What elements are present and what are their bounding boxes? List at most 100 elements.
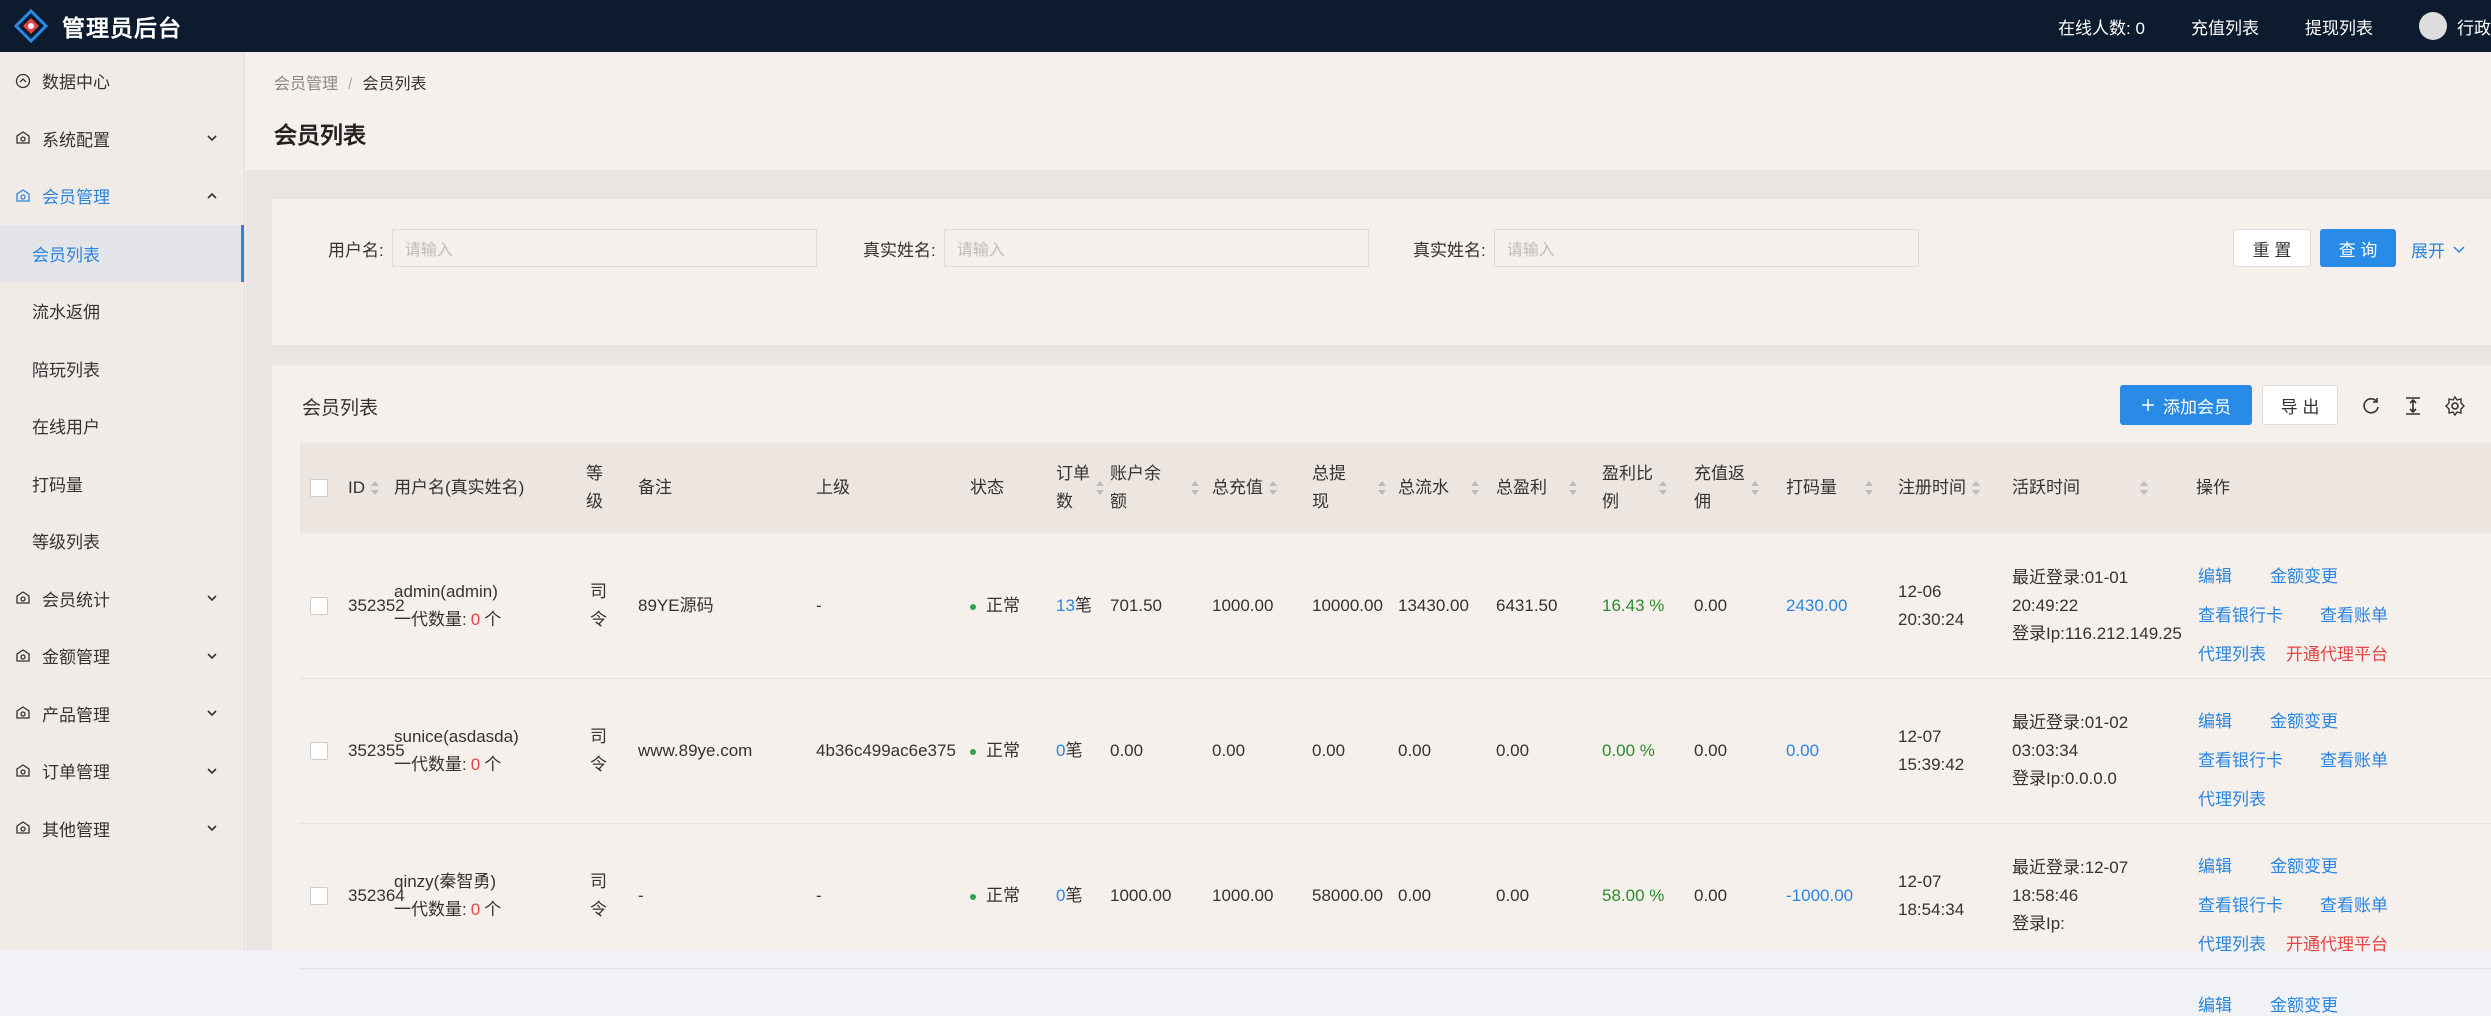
sidebar-subitem-companion-list[interactable]: 陪玩列表 xyxy=(0,340,244,398)
realname-input[interactable]: 请输入 xyxy=(943,229,1369,267)
breadcrumb: 会员管理 / 会员列表 xyxy=(274,76,427,93)
cell-username: qinzy(秦智勇) 一代数量: 0 个 xyxy=(394,872,502,919)
col-withdraw[interactable]: 总提现 xyxy=(1312,443,1386,533)
sidebar-item-dashboard[interactable]: 数据中心 xyxy=(0,52,244,110)
cell-username: sunice(asdasda) 一代数量: 0 个 xyxy=(394,727,519,774)
view-bill-link[interactable]: 查看账单 xyxy=(2320,746,2388,771)
row-checkbox[interactable] xyxy=(310,742,328,760)
cell-level: 司令 xyxy=(590,727,607,774)
cell-orders: 13笔 xyxy=(1056,596,1092,615)
agent-list-link[interactable]: 代理列表 xyxy=(2198,640,2266,665)
sidebar-item-label: 金额管理 xyxy=(42,648,110,668)
query-button[interactable]: 查 询 xyxy=(2320,229,2396,267)
withdraw-list-link[interactable]: 提现列表 xyxy=(2305,14,2373,39)
select-all-checkbox[interactable] xyxy=(310,443,328,533)
refresh-icon[interactable] xyxy=(2360,395,2382,417)
amount-change-link[interactable]: 金额变更 xyxy=(2270,562,2338,587)
sidebar-item-other-management[interactable]: 其他管理 xyxy=(0,800,244,858)
col-bet[interactable]: 打码量 xyxy=(1786,443,1873,533)
sidebar-subitem-level-list[interactable]: 等级列表 xyxy=(0,512,244,570)
cell-bet[interactable]: 2430.00 xyxy=(1786,592,1847,620)
gear-icon[interactable] xyxy=(2444,395,2466,417)
cell-recharge: 1000.00 xyxy=(1212,596,1274,615)
cell-orders: 0笔 xyxy=(1056,886,1083,905)
edit-link[interactable]: 编辑 xyxy=(2198,852,2232,877)
view-bank-card-link[interactable]: 查看银行卡 xyxy=(2198,891,2283,916)
sub-count[interactable]: 0 xyxy=(471,610,480,629)
open-agent-platform-link[interactable]: 开通代理平台 xyxy=(2286,640,2388,665)
col-recharge[interactable]: 总充值 xyxy=(1212,443,1277,533)
view-bank-card-link[interactable]: 查看银行卡 xyxy=(2198,601,2283,626)
sub-count[interactable]: 0 xyxy=(471,900,480,919)
sidebar-item-label: 产品管理 xyxy=(42,705,110,725)
export-button[interactable]: 导 出 xyxy=(2262,385,2338,425)
cell-register-time: 12-07 15:39:42 xyxy=(1898,727,1965,774)
col-profit[interactable]: 总盈利 xyxy=(1496,443,1577,533)
table-title: 会员列表 xyxy=(302,398,379,419)
settings-icon xyxy=(14,129,32,147)
open-agent-platform-link[interactable]: 开通代理平台 xyxy=(2286,930,2388,955)
column-height-icon[interactable] xyxy=(2402,395,2424,417)
sidebar: 数据中心 系统配置 会员管理 会员列表 流水返佣 陪玩列表 在线用户 打码量 等… xyxy=(0,52,245,950)
sidebar-item-member-stats[interactable]: 会员统计 xyxy=(0,570,244,628)
money-icon xyxy=(14,647,32,665)
sidebar-item-order-management[interactable]: 订单管理 xyxy=(0,742,244,800)
col-flow[interactable]: 总流水 xyxy=(1398,443,1479,533)
cell-bet[interactable]: 0.00 xyxy=(1786,737,1819,765)
username-input[interactable]: 请输入 xyxy=(391,229,817,267)
sidebar-subitem-online-users[interactable]: 在线用户 xyxy=(0,397,244,455)
col-balance[interactable]: 账户余额 xyxy=(1110,443,1199,533)
col-active-time[interactable]: 活跃时间 xyxy=(2012,443,2148,533)
sidebar-item-label: 会员统计 xyxy=(42,590,110,610)
cell-withdraw: 0.00 xyxy=(1312,741,1346,760)
sidebar-item-product-management[interactable]: 产品管理 xyxy=(0,685,244,743)
col-ratio[interactable]: 盈利比例 xyxy=(1602,443,1667,533)
sidebar-item-money-management[interactable]: 金额管理 xyxy=(0,627,244,685)
row-checkbox[interactable] xyxy=(310,887,328,905)
view-bank-card-link[interactable]: 查看银行卡 xyxy=(2198,746,2283,771)
avatar[interactable] xyxy=(2419,12,2447,40)
col-id[interactable]: ID xyxy=(348,443,379,533)
order-icon xyxy=(14,762,32,780)
amount-change-link[interactable]: 金额变更 xyxy=(2270,707,2338,732)
users-icon xyxy=(14,187,32,205)
edit-link[interactable]: 编辑 xyxy=(2198,562,2232,587)
table-row: 352355 sunice(asdasda) 一代数量: 0 个 司令 www.89… xyxy=(300,679,2491,824)
col-register-time[interactable]: 注册时间 xyxy=(1898,443,1980,533)
orders-link[interactable]: 13 xyxy=(1056,596,1075,615)
add-member-button[interactable]: 添加会员 xyxy=(2120,385,2252,425)
sidebar-item-system-config[interactable]: 系统配置 xyxy=(0,110,244,168)
stats-icon xyxy=(14,589,32,607)
user-name[interactable]: 行政 xyxy=(2457,14,2491,39)
table-header: ID 用户名(真实姓名) 等级 备注 上级 状态 订单数 账户余额 总充值 总提… xyxy=(300,443,2491,533)
sidebar-subitem-member-list[interactable]: 会员列表 xyxy=(0,224,244,282)
cell-rebate: 0.00 xyxy=(1694,886,1728,905)
cell-level: 司令 xyxy=(590,582,607,629)
view-bill-link[interactable]: 查看账单 xyxy=(2320,891,2388,916)
expand-link[interactable]: 展开 xyxy=(2411,237,2467,262)
cell-ratio: 58.00 % xyxy=(1602,886,1665,905)
col-rebate[interactable]: 充值返佣 xyxy=(1694,443,1759,533)
realname-input-2[interactable]: 请输入 xyxy=(1493,229,1919,267)
sidebar-item-member-management[interactable]: 会员管理 xyxy=(0,167,244,225)
sidebar-subitem-bet-volume[interactable]: 打码量 xyxy=(0,455,244,513)
cell-bet[interactable]: -1000.00 xyxy=(1786,882,1853,910)
recharge-list-link[interactable]: 充值列表 xyxy=(2191,14,2259,39)
sidebar-subitem-flow-rebate[interactable]: 流水返佣 xyxy=(0,282,244,340)
reset-button[interactable]: 重 置 xyxy=(2233,229,2311,267)
dashboard-icon xyxy=(14,72,32,90)
agent-list-link[interactable]: 代理列表 xyxy=(2198,930,2266,955)
cell-parent: - xyxy=(816,886,822,905)
col-actions: 操作 xyxy=(2196,478,2230,497)
edit-link[interactable]: 编辑 xyxy=(2198,991,2232,1016)
row-checkbox[interactable] xyxy=(310,597,328,615)
sub-count[interactable]: 0 xyxy=(471,755,480,774)
amount-change-link[interactable]: 金额变更 xyxy=(2270,852,2338,877)
app-logo[interactable]: 管理员后台 xyxy=(0,9,182,43)
view-bill-link[interactable]: 查看账单 xyxy=(2320,601,2388,626)
breadcrumb-parent[interactable]: 会员管理 xyxy=(274,76,338,93)
amount-change-link[interactable]: 金额变更 xyxy=(2270,991,2338,1016)
col-orders[interactable]: 订单数 xyxy=(1056,443,1104,533)
agent-list-link[interactable]: 代理列表 xyxy=(2198,785,2266,810)
edit-link[interactable]: 编辑 xyxy=(2198,707,2232,732)
